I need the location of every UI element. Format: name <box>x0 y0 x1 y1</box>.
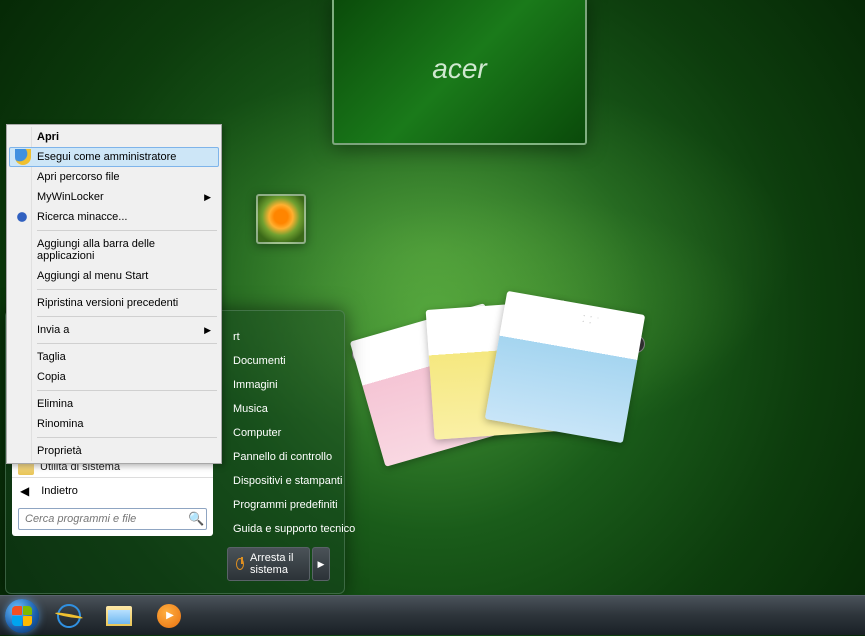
back-label: Indietro <box>41 485 78 497</box>
ctx-separator <box>37 343 217 344</box>
shield-icon <box>15 149 31 165</box>
taskbar-media-player[interactable] <box>145 599 193 633</box>
start-menu-right-panel: rt Documenti Immagini Musica Computer Pa… <box>219 317 338 587</box>
explorer-icon <box>106 606 132 626</box>
ctx-separator <box>37 437 217 438</box>
ctx-mywinlocker[interactable]: MyWinLocker▶ <box>9 187 219 207</box>
user-account-picture[interactable] <box>256 194 306 244</box>
windows-orb-icon <box>5 599 39 633</box>
shutdown-options-button[interactable]: ▶ <box>312 547 330 581</box>
power-icon <box>236 558 244 570</box>
search-input[interactable] <box>18 508 207 530</box>
media-player-icon <box>157 604 181 628</box>
search-icon[interactable]: 🔍 <box>188 511 202 525</box>
shutdown-label: Arresta il sistema <box>250 552 301 576</box>
ctx-open[interactable]: Apri <box>9 127 219 147</box>
taskbar-explorer[interactable] <box>95 599 143 633</box>
ctx-send-to[interactable]: Invia a▶ <box>9 320 219 340</box>
taskbar-ie[interactable] <box>45 599 93 633</box>
right-item-help[interactable]: Guida e supporto tecnico <box>223 517 334 541</box>
ctx-delete[interactable]: Elimina <box>9 394 219 414</box>
right-item-pictures[interactable]: Immagini <box>223 373 334 397</box>
sticky-notes-gadget[interactable]: ? − <box>360 290 640 460</box>
ctx-pin-taskbar[interactable]: Aggiungi alla barra delle applicazioni <box>9 234 219 266</box>
ctx-open-file-location[interactable]: Apri percorso file <box>9 167 219 187</box>
right-item-music[interactable]: Musica <box>223 397 334 421</box>
acer-logo: acer <box>432 53 486 85</box>
back-button[interactable]: ◀ Indietro <box>12 477 213 504</box>
ctx-run-as-admin[interactable]: Esegui come amministratore <box>9 147 219 167</box>
search-box: 🔍 <box>18 508 207 530</box>
ctx-separator <box>37 230 217 231</box>
back-arrow-icon: ◀ <box>20 484 29 498</box>
submenu-arrow-icon: ▶ <box>204 192 211 203</box>
context-menu: Apri Esegui come amministratore Apri per… <box>6 124 222 464</box>
submenu-arrow-icon: ▶ <box>204 325 211 336</box>
taskbar <box>0 595 865 635</box>
ctx-separator <box>37 289 217 290</box>
sticky-note-blue[interactable] <box>485 291 645 443</box>
ctx-copy[interactable]: Copia <box>9 367 219 387</box>
right-item-documents[interactable]: Documenti <box>223 349 334 373</box>
right-item-computer[interactable]: Computer <box>223 421 334 445</box>
ctx-separator <box>37 316 217 317</box>
right-item-devices[interactable]: Dispositivi e stampanti <box>223 469 334 493</box>
ctx-properties[interactable]: Proprietà <box>9 441 219 461</box>
ctx-separator <box>37 390 217 391</box>
ctx-scan-threats[interactable]: Ricerca minacce... <box>9 207 219 227</box>
right-item-user[interactable]: rt <box>223 325 334 349</box>
ctx-rename[interactable]: Rinomina <box>9 414 219 434</box>
defender-icon <box>14 209 30 225</box>
ctx-restore-previous[interactable]: Ripristina versioni precedenti <box>9 293 219 313</box>
right-item-control-panel[interactable]: Pannello di controllo <box>223 445 334 469</box>
ctx-cut[interactable]: Taglia <box>9 347 219 367</box>
ie-icon <box>55 602 83 630</box>
right-item-default-programs[interactable]: Programmi predefiniti <box>223 493 334 517</box>
shutdown-button[interactable]: Arresta il sistema <box>227 547 310 581</box>
start-button[interactable] <box>0 596 44 636</box>
ctx-pin-start[interactable]: Aggiungi al menu Start <box>9 266 219 286</box>
wallpaper-preview-window: acer <box>332 0 587 145</box>
